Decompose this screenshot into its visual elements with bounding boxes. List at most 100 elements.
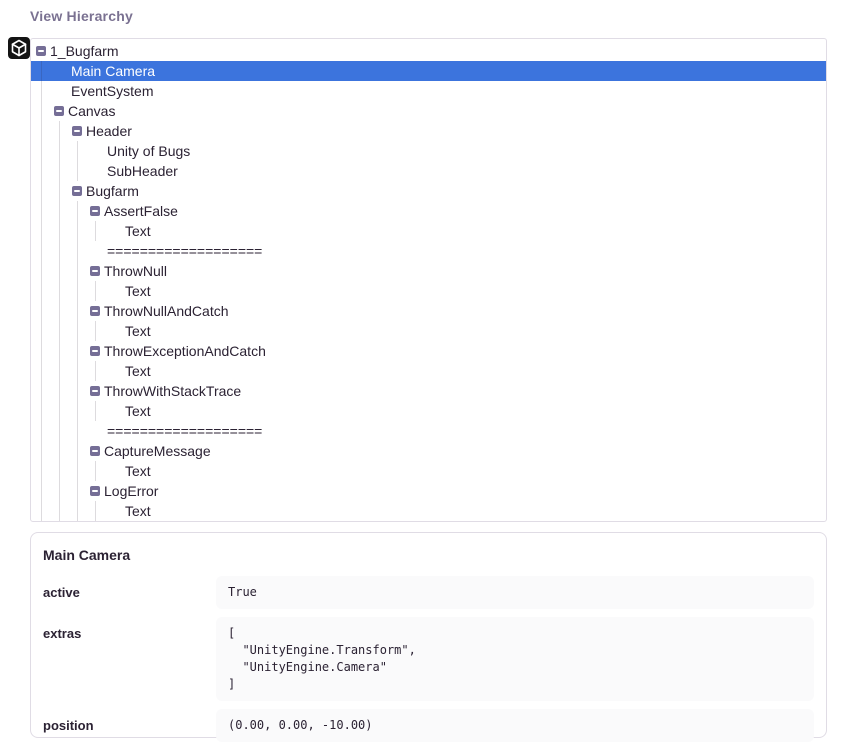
tree-node[interactable]: Unity of Bugs (31, 141, 826, 161)
indent-spacer (108, 475, 125, 476)
property-row: active True (43, 576, 814, 617)
tree-guide-line (77, 201, 78, 521)
tree-node[interactable]: Header (31, 121, 826, 141)
tree-node[interactable]: Text (31, 221, 826, 241)
collapse-toggle-icon[interactable] (90, 266, 100, 276)
collapse-toggle-icon[interactable] (90, 346, 100, 356)
tree-node-label: Text (125, 503, 151, 519)
tree-node-label: 1_Bugfarm (50, 43, 118, 59)
tree-node[interactable]: =================== (31, 421, 826, 441)
indent-spacer (108, 335, 125, 336)
indent-spacer (108, 375, 125, 376)
tree-node[interactable]: Text (31, 361, 826, 381)
indent-spacer (54, 95, 71, 96)
tree-node[interactable]: 1_Bugfarm (31, 41, 826, 61)
property-row: position (0.00, 0.00, -10.00) (43, 709, 814, 750)
tree-node[interactable]: Text (31, 461, 826, 481)
indent-spacer (108, 295, 125, 296)
property-key: active (43, 576, 216, 600)
tree-node-label: ThrowNull (104, 263, 167, 279)
property-value: [ "UnityEngine.Transform", "UnityEngine.… (216, 617, 814, 701)
tree-node-label: Text (125, 403, 151, 419)
indent-spacer (108, 515, 125, 516)
collapse-toggle-icon[interactable] (90, 486, 100, 496)
collapse-toggle-icon[interactable] (90, 446, 100, 456)
hierarchy-tree: 1_Bugfarm Main Camera EventSystem Canvas Hea… (31, 41, 826, 521)
tree-node[interactable]: SubHeader (31, 161, 826, 181)
tree-guide-line (95, 221, 96, 241)
tree-node[interactable]: Text (31, 281, 826, 301)
collapse-toggle-icon[interactable] (54, 106, 64, 116)
tree-node[interactable]: CaptureMessage (31, 441, 826, 461)
tree-node-label: Unity of Bugs (107, 143, 190, 159)
unity-icon (8, 37, 30, 59)
tree-node[interactable]: EventSystem (31, 81, 826, 101)
tree-node-label: Text (125, 283, 151, 299)
tree-guide-line (95, 501, 96, 521)
tree-node-label: Text (125, 223, 151, 239)
tree-node-label: Header (86, 123, 132, 139)
tree-node-label: Text (125, 463, 151, 479)
tree-node-label: AssertFalse (104, 203, 178, 219)
node-detail-card: Main Camera active True extras [ "UnityEngi… (30, 532, 827, 738)
tree-node[interactable]: AssertFalse (31, 201, 826, 221)
tree-node-label: =================== (107, 423, 262, 439)
tree-node-label: ThrowNullAndCatch (104, 303, 229, 319)
tree-guide-line (95, 461, 96, 481)
property-value: True (216, 576, 814, 609)
tree-guide-line (95, 401, 96, 421)
tree-node-label: Bugfarm (86, 183, 139, 199)
tree-node-label: Main Camera (71, 63, 155, 79)
collapse-toggle-icon[interactable] (72, 126, 82, 136)
indent-spacer (90, 435, 107, 436)
collapse-toggle-icon[interactable] (72, 186, 82, 196)
tree-node-label: CaptureMessage (104, 443, 211, 459)
indent-spacer (108, 235, 125, 236)
property-value-text: True (228, 584, 802, 601)
tree-node-label: SubHeader (107, 163, 178, 179)
tree-node-label: ThrowWithStackTrace (104, 383, 241, 399)
tree-guide-line (59, 121, 60, 521)
collapse-toggle-icon[interactable] (90, 206, 100, 216)
property-key: extras (43, 617, 216, 641)
tree-node[interactable]: Text (31, 321, 826, 341)
collapse-toggle-icon[interactable] (36, 46, 46, 56)
tree-node[interactable]: ThrowNull (31, 261, 826, 281)
section-title-view-hierarchy: View Hierarchy (30, 8, 133, 24)
unity-platform-icon (8, 37, 30, 59)
tree-guide-line (77, 141, 78, 181)
tree-node[interactable]: Text (31, 401, 826, 421)
tree-node-label: ThrowExceptionAndCatch (104, 343, 266, 359)
tree-node[interactable]: LogError (31, 481, 826, 501)
view-hierarchy-page: View Hierarchy 1_Bugfarm Main Camera Event… (0, 0, 855, 750)
property-list: active True extras [ "UnityEngine.Transform… (43, 576, 814, 750)
property-value-text: [ "UnityEngine.Transform", "UnityEngine.… (228, 625, 802, 693)
collapse-toggle-icon[interactable] (90, 306, 100, 316)
hierarchy-tree-panel[interactable]: 1_Bugfarm Main Camera EventSystem Canvas Hea… (30, 38, 827, 522)
tree-node-label: Text (125, 323, 151, 339)
tree-guide-line (95, 281, 96, 301)
tree-node[interactable]: Text (31, 501, 826, 521)
tree-node[interactable]: Canvas (31, 101, 826, 121)
property-value: (0.00, 0.00, -10.00) (216, 709, 814, 742)
tree-node[interactable]: ThrowWithStackTrace (31, 381, 826, 401)
tree-node-selected[interactable]: Main Camera (31, 61, 826, 81)
property-value-text: (0.00, 0.00, -10.00) (228, 717, 802, 734)
tree-node[interactable]: ThrowNullAndCatch (31, 301, 826, 321)
tree-node-label: LogError (104, 483, 158, 499)
tree-node-label: Text (125, 363, 151, 379)
collapse-toggle-icon[interactable] (90, 386, 100, 396)
tree-node-label: =================== (107, 243, 262, 259)
tree-node-label: Canvas (68, 103, 115, 119)
tree-node[interactable]: Bugfarm (31, 181, 826, 201)
property-key: position (43, 709, 216, 733)
indent-spacer (54, 75, 71, 76)
indent-spacer (90, 175, 107, 176)
property-row: extras [ "UnityEngine.Transform", "UnityE… (43, 617, 814, 709)
tree-node[interactable]: ThrowExceptionAndCatch (31, 341, 826, 361)
indent-spacer (90, 255, 107, 256)
tree-guide-line (95, 321, 96, 341)
tree-node[interactable]: =================== (31, 241, 826, 261)
selected-node-title: Main Camera (43, 547, 814, 563)
tree-guide-line (95, 361, 96, 381)
